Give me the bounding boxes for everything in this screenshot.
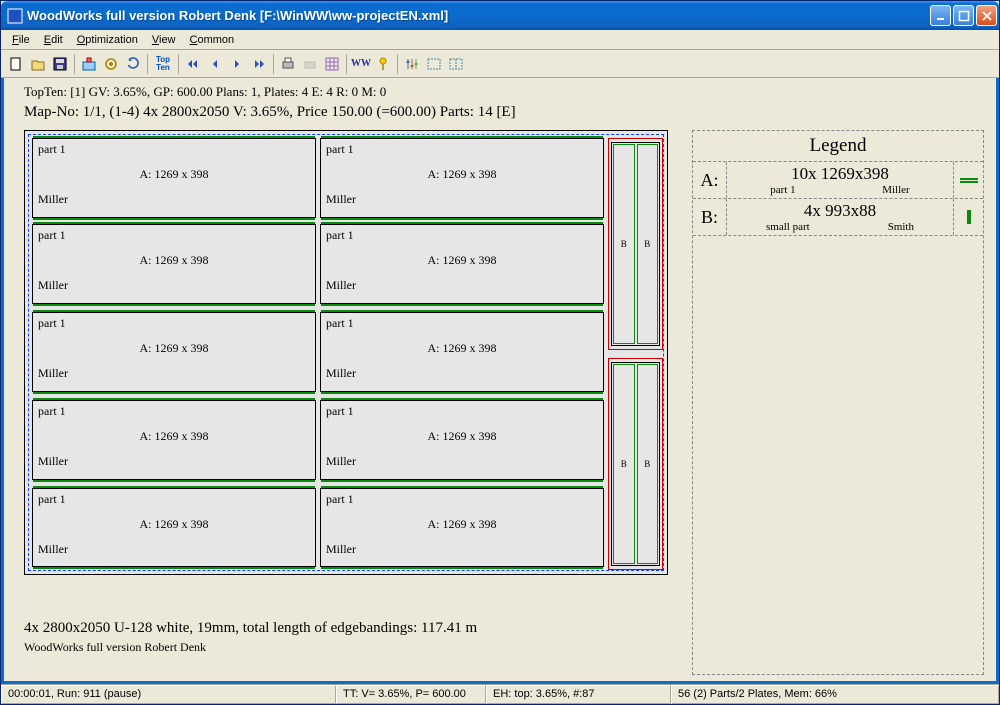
legend-row-a[interactable]: A: 10x 1269x398 part 1Miller: [693, 162, 983, 199]
legend-swatch-a: [953, 162, 983, 198]
part-cell[interactable]: part 1A: 1269 x 398Miller: [32, 312, 316, 392]
save-icon[interactable]: [49, 53, 71, 75]
titlebar: WoodWorks full version Robert Denk [F:\W…: [1, 1, 999, 30]
part-cell[interactable]: part 1A: 1269 x 398Miller: [320, 312, 604, 392]
part-cell[interactable]: part 1A: 1269 x 398Miller: [320, 224, 604, 304]
refresh-icon[interactable]: [122, 53, 144, 75]
plate-summary: 4x 2800x2050 U-128 white, 19mm, total le…: [24, 620, 477, 637]
part-cell[interactable]: part 1A: 1269 x 398Miller: [320, 488, 604, 567]
grid-icon[interactable]: [321, 53, 343, 75]
map-info: Map-No: 1/1, (1-4) 4x 2800x2050 V: 3.65%…: [24, 104, 516, 121]
menubar: File Edit Optimization View Common: [1, 30, 999, 50]
legend-title: Legend: [693, 131, 983, 162]
sliders-icon[interactable]: [401, 53, 423, 75]
menu-common[interactable]: Common: [183, 32, 242, 48]
part-cell[interactable]: part 1A: 1269 x 398Miller: [320, 138, 604, 218]
dash1-icon[interactable]: [423, 53, 445, 75]
part-cell[interactable]: part 1A: 1269 x 398Miller: [32, 224, 316, 304]
part-b-group[interactable]: BB: [608, 138, 663, 350]
dash2-icon[interactable]: [445, 53, 467, 75]
pin-icon[interactable]: [372, 53, 394, 75]
legend-panel: Legend A: 10x 1269x398 part 1Miller B: 4…: [692, 130, 984, 675]
ww-icon[interactable]: WW: [350, 53, 372, 75]
status-mem: 56 (2) Parts/2 Plates, Mem: 66%: [671, 685, 999, 704]
nav-prev-icon[interactable]: [204, 53, 226, 75]
legend-row-b[interactable]: B: 4x 993x88 small partSmith: [693, 199, 983, 236]
nav-first-icon[interactable]: [182, 53, 204, 75]
cut-plan[interactable]: part 1A: 1269 x 398Miller part 1A: 1269 …: [24, 130, 668, 575]
reset-icon[interactable]: [100, 53, 122, 75]
part-b-group[interactable]: BB: [608, 358, 663, 570]
minimize-button[interactable]: [930, 5, 951, 26]
part-cell[interactable]: part 1A: 1269 x 398Miller: [32, 400, 316, 480]
part-cell[interactable]: part 1A: 1269 x 398Miller: [32, 138, 316, 218]
legend-swatch-b: [953, 199, 983, 235]
footer-credit: WoodWorks full version Robert Denk: [24, 640, 206, 655]
status-runtime: 00:00:01, Run: 911 (pause): [1, 685, 336, 704]
status-tt: TT: V= 3.65%, P= 600.00: [336, 685, 486, 704]
print2-icon[interactable]: [299, 53, 321, 75]
nav-next-icon[interactable]: [226, 53, 248, 75]
menu-file[interactable]: File: [5, 32, 37, 48]
client-area: TopTen: [1] GV: 3.65%, GP: 600.00 Plans:…: [1, 78, 999, 684]
toolbar: Top Ten WW: [1, 50, 999, 78]
props-icon[interactable]: [78, 53, 100, 75]
new-icon[interactable]: [5, 53, 27, 75]
status-eh: EH: top: 3.65%, #:87: [486, 685, 671, 704]
nav-last-icon[interactable]: [248, 53, 270, 75]
statusbar: 00:00:01, Run: 911 (pause) TT: V= 3.65%,…: [1, 684, 999, 704]
maximize-button[interactable]: [953, 5, 974, 26]
menu-edit[interactable]: Edit: [37, 32, 70, 48]
app-icon: [7, 8, 23, 24]
menu-optimization[interactable]: Optimization: [70, 32, 145, 48]
menu-view[interactable]: View: [145, 32, 183, 48]
print-icon[interactable]: [277, 53, 299, 75]
topten-info: TopTen: [1] GV: 3.65%, GP: 600.00 Plans:…: [24, 84, 386, 100]
topten-button[interactable]: Top Ten: [151, 53, 175, 75]
close-button[interactable]: [976, 5, 997, 26]
part-cell[interactable]: part 1A: 1269 x 398Miller: [320, 400, 604, 480]
part-cell[interactable]: part 1A: 1269 x 398Miller: [32, 488, 316, 567]
open-icon[interactable]: [27, 53, 49, 75]
window-title: WoodWorks full version Robert Denk [F:\W…: [27, 8, 930, 23]
